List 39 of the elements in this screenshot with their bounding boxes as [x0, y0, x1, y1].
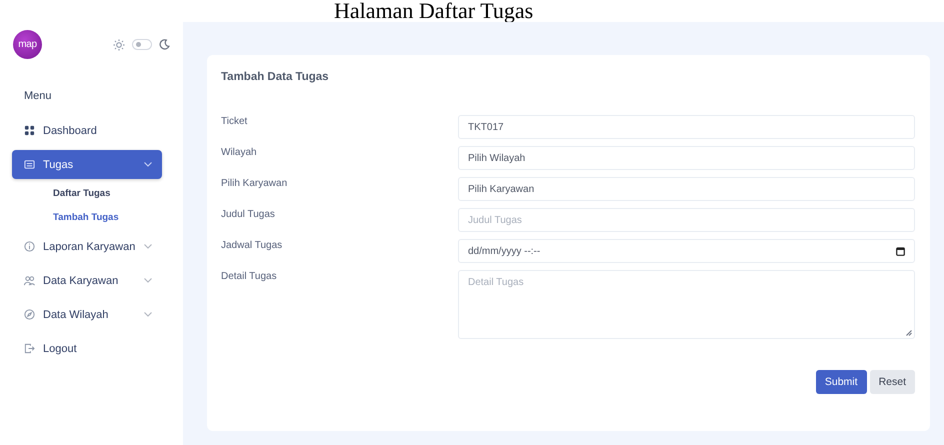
grid-icon	[24, 125, 35, 136]
nav-item[interactable]: Dashboard	[12, 116, 162, 145]
select-field[interactable]: Pilih Karyawan	[458, 177, 915, 201]
sun-icon	[113, 38, 125, 50]
field-label: Pilih Karyawan	[221, 177, 288, 191]
nav-item[interactable]: Tugas	[12, 150, 162, 179]
nav-item[interactable]: Data Wilayah	[12, 300, 162, 329]
theme-toggle[interactable]	[132, 39, 152, 50]
nav-item[interactable]: Logout	[12, 334, 162, 363]
select-field[interactable]: Pilih Wilayah	[458, 146, 915, 170]
submenu-item[interactable]: Tambah Tugas	[53, 208, 119, 228]
people-icon	[24, 275, 35, 286]
chevron-down-icon	[144, 244, 152, 249]
field-label: Judul Tugas	[221, 208, 276, 222]
list-icon	[24, 159, 35, 170]
date-time-field[interactable]: dd/mm/yyyy --:--	[458, 239, 915, 263]
page-title: Halaman Daftar Tugas	[333, 0, 534, 22]
nav-item[interactable]: Laporan Karyawan	[12, 232, 162, 261]
input-field[interactable]: TKT017	[458, 115, 915, 139]
field-label: Wilayah	[221, 146, 258, 160]
field-label: Jadwal Tugas	[221, 239, 284, 253]
logo: map	[13, 30, 42, 59]
calendar-icon	[896, 246, 905, 256]
resize-grip-icon	[906, 330, 912, 336]
logout-icon	[24, 343, 35, 354]
nav-item[interactable]: Data Karyawan	[12, 266, 162, 295]
field-label: Ticket	[221, 115, 248, 129]
submenu-item[interactable]: Daftar Tugas	[53, 184, 110, 204]
card-title: Tambah Data Tugas	[221, 71, 330, 83]
chevron-down-icon	[144, 278, 152, 283]
chevron-down-icon	[144, 162, 152, 167]
compass-icon	[24, 309, 35, 320]
info-icon	[24, 241, 35, 252]
submit-button[interactable]: Submit	[816, 370, 867, 394]
menu-label: Menu	[24, 90, 53, 102]
reset-button[interactable]: Reset	[870, 370, 915, 394]
field-label: Detail Tugas	[221, 270, 278, 284]
chevron-down-icon	[144, 312, 152, 317]
moon-icon	[159, 39, 170, 50]
